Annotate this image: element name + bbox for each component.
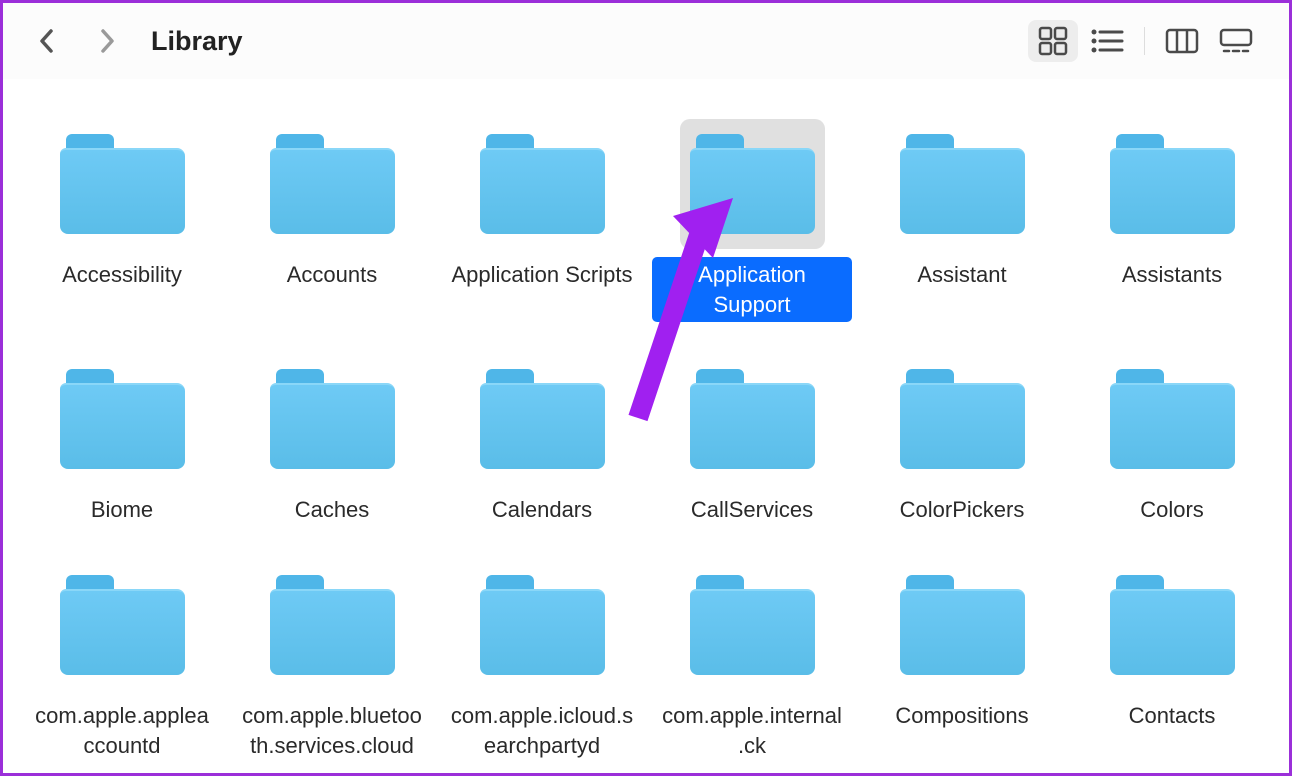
folder-icon: [60, 134, 185, 234]
folder-label: ColorPickers: [892, 492, 1033, 528]
folder-icon-wrap: [1100, 560, 1245, 690]
icon-view-button[interactable]: [1028, 20, 1078, 62]
folder-icon-wrap: [680, 119, 825, 249]
folder-icon: [270, 575, 395, 675]
folder-label: Calendars: [484, 492, 600, 528]
toolbar: Library: [3, 3, 1289, 79]
folder-label: Assistants: [1114, 257, 1230, 293]
column-view-button[interactable]: [1157, 20, 1207, 62]
folder-icon: [60, 575, 185, 675]
folder-icon-wrap: [890, 119, 1035, 249]
folder-label: com.apple.icloud.searchpartyd: [442, 698, 642, 763]
folder-icon-wrap: [890, 354, 1035, 484]
folder-label: Application Scripts: [444, 257, 641, 293]
folder-item[interactable]: com.apple.internal.ck: [647, 560, 857, 763]
folder-item[interactable]: com.apple.appleaccountd: [17, 560, 227, 763]
folder-label: Application Support: [652, 257, 852, 322]
folder-item[interactable]: Caches: [227, 354, 437, 528]
folder-icon-wrap: [890, 560, 1035, 690]
window-title: Library: [151, 26, 243, 57]
folder-item[interactable]: Assistant: [857, 119, 1067, 322]
folder-item[interactable]: com.apple.bluetooth.services.cloud: [227, 560, 437, 763]
folder-label: com.apple.internal.ck: [652, 698, 852, 763]
folder-icon: [1110, 369, 1235, 469]
gallery-view-button[interactable]: [1211, 20, 1261, 62]
gallery-icon: [1219, 28, 1253, 54]
file-browser-content[interactable]: Accessibility Accounts Application Scripts…: [3, 79, 1289, 773]
folder-icon-wrap: [50, 560, 195, 690]
folder-item[interactable]: Compositions: [857, 560, 1067, 763]
folder-label: Contacts: [1121, 698, 1224, 734]
folder-icon-wrap: [50, 119, 195, 249]
folder-item[interactable]: Assistants: [1067, 119, 1277, 322]
folder-label: Compositions: [887, 698, 1036, 734]
folder-label: Accessibility: [54, 257, 190, 293]
folder-item[interactable]: Calendars: [437, 354, 647, 528]
folder-icon: [60, 369, 185, 469]
folder-icon-wrap: [470, 119, 615, 249]
folder-icon: [900, 575, 1025, 675]
folder-label: com.apple.appleaccountd: [22, 698, 222, 763]
forward-button[interactable]: [91, 25, 123, 57]
folder-icon: [900, 369, 1025, 469]
columns-icon: [1165, 28, 1199, 54]
folder-icon: [270, 369, 395, 469]
folder-icon-wrap: [260, 560, 405, 690]
folder-icon-wrap: [260, 354, 405, 484]
view-controls: [1028, 20, 1261, 62]
folder-icon-wrap: [260, 119, 405, 249]
chevron-left-icon: [38, 27, 56, 55]
folder-icon-wrap: [470, 560, 615, 690]
folder-icon: [1110, 575, 1235, 675]
folder-item[interactable]: Application Support: [647, 119, 857, 322]
folder-label: CallServices: [683, 492, 821, 528]
folder-item[interactable]: Application Scripts: [437, 119, 647, 322]
folder-item[interactable]: com.apple.icloud.searchpartyd: [437, 560, 647, 763]
folder-icon: [690, 575, 815, 675]
folder-icon-wrap: [680, 354, 825, 484]
folder-icon-wrap: [1100, 119, 1245, 249]
folder-label: Colors: [1132, 492, 1212, 528]
folder-icon: [270, 134, 395, 234]
folder-label: com.apple.bluetooth.services.cloud: [232, 698, 432, 763]
list-icon: [1090, 27, 1124, 55]
folder-item[interactable]: Colors: [1067, 354, 1277, 528]
folder-item[interactable]: Biome: [17, 354, 227, 528]
folder-icon: [690, 369, 815, 469]
folder-icon-wrap: [50, 354, 195, 484]
folder-icon-wrap: [680, 560, 825, 690]
folder-item[interactable]: CallServices: [647, 354, 857, 528]
folder-icon: [1110, 134, 1235, 234]
folder-grid: Accessibility Accounts Application Scripts…: [13, 119, 1279, 763]
folder-item[interactable]: Contacts: [1067, 560, 1277, 763]
folder-label: Biome: [83, 492, 161, 528]
folder-item[interactable]: ColorPickers: [857, 354, 1067, 528]
folder-item[interactable]: Accessibility: [17, 119, 227, 322]
folder-icon: [690, 134, 815, 234]
folder-item[interactable]: Accounts: [227, 119, 437, 322]
folder-icon-wrap: [1100, 354, 1245, 484]
chevron-right-icon: [98, 27, 116, 55]
folder-label: Accounts: [279, 257, 386, 293]
grid-icon: [1038, 26, 1068, 56]
folder-icon: [480, 134, 605, 234]
folder-icon: [900, 134, 1025, 234]
folder-label: Caches: [287, 492, 378, 528]
list-view-button[interactable]: [1082, 20, 1132, 62]
back-button[interactable]: [31, 25, 63, 57]
folder-icon-wrap: [470, 354, 615, 484]
folder-label: Assistant: [909, 257, 1014, 293]
folder-icon: [480, 575, 605, 675]
view-divider: [1144, 27, 1145, 55]
folder-icon: [480, 369, 605, 469]
